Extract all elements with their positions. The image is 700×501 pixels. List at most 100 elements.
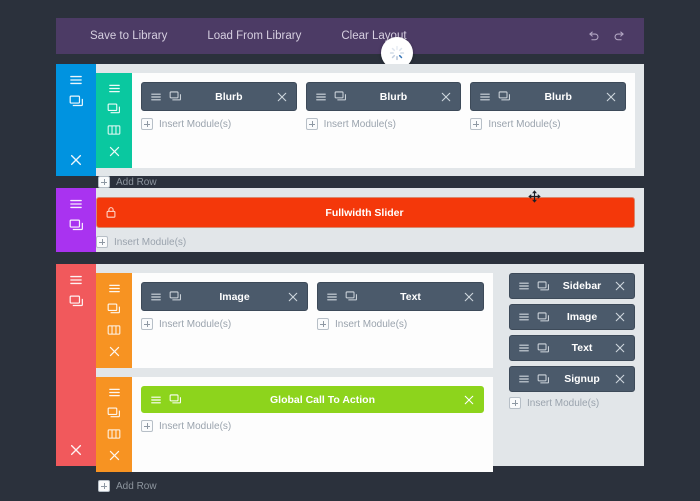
- row-orange-2[interactable]: Global Call To Action Insert Module(s): [96, 377, 493, 472]
- duplicate-icon[interactable]: [69, 295, 84, 308]
- row-orange-1-controls: [96, 273, 132, 368]
- settings-icon[interactable]: [518, 343, 530, 353]
- columns-icon[interactable]: [107, 324, 121, 336]
- settings-icon[interactable]: [518, 374, 530, 384]
- section-blue[interactable]: Blurb Insert Module(s): [56, 64, 644, 176]
- settings-icon[interactable]: [150, 395, 162, 405]
- insert-modules-button[interactable]: Insert Module(s): [317, 318, 484, 330]
- row-teal-controls: [96, 73, 132, 168]
- duplicate-icon[interactable]: [107, 407, 121, 419]
- column-1: Image Insert Module(s): [141, 282, 308, 359]
- plus-icon: [306, 118, 318, 130]
- module-image[interactable]: Image: [509, 304, 635, 330]
- delete-icon[interactable]: [614, 311, 626, 323]
- section-purple[interactable]: Fullwidth Slider Insert Module(s): [56, 188, 644, 252]
- sidebar-column: Sidebar: [502, 264, 644, 500]
- settings-icon[interactable]: [108, 83, 121, 94]
- settings-icon[interactable]: [518, 312, 530, 322]
- settings-icon[interactable]: [150, 292, 162, 302]
- redo-icon[interactable]: [606, 30, 632, 43]
- insert-modules-button[interactable]: Insert Module(s): [141, 420, 484, 432]
- columns-icon[interactable]: [107, 428, 121, 440]
- module-blurb[interactable]: Blurb: [306, 82, 462, 111]
- insert-modules-button[interactable]: Insert Module(s): [306, 118, 462, 130]
- delete-icon[interactable]: [69, 443, 83, 457]
- delete-icon[interactable]: [463, 394, 475, 406]
- delete-icon[interactable]: [108, 345, 121, 358]
- column-2: Blurb Insert Module(s): [306, 82, 462, 159]
- duplicate-icon[interactable]: [169, 394, 182, 405]
- duplicate-icon[interactable]: [345, 291, 358, 302]
- insert-modules-label: Insert Module(s): [527, 398, 599, 409]
- delete-icon[interactable]: [276, 91, 288, 103]
- plus-icon: [141, 318, 153, 330]
- module-global-call-to-action[interactable]: Global Call To Action: [141, 386, 484, 413]
- module-image[interactable]: Image: [141, 282, 308, 311]
- settings-icon[interactable]: [150, 92, 162, 102]
- move-cursor: [528, 190, 541, 203]
- module-blurb[interactable]: Blurb: [470, 82, 626, 111]
- module-fullwidth-slider[interactable]: Fullwidth Slider: [96, 197, 635, 228]
- settings-icon[interactable]: [518, 281, 530, 291]
- insert-modules-button[interactable]: Insert Module(s): [141, 318, 308, 330]
- settings-icon[interactable]: [69, 274, 83, 286]
- plus-icon: [470, 118, 482, 130]
- undo-icon[interactable]: [580, 30, 606, 43]
- insert-modules-button[interactable]: Insert Module(s): [470, 118, 626, 130]
- plus-icon: [98, 480, 110, 492]
- settings-icon[interactable]: [326, 292, 338, 302]
- duplicate-icon[interactable]: [537, 374, 550, 385]
- delete-icon[interactable]: [440, 91, 452, 103]
- row-teal[interactable]: Blurb Insert Module(s): [96, 73, 635, 168]
- delete-icon[interactable]: [69, 153, 83, 167]
- duplicate-icon[interactable]: [334, 91, 347, 102]
- section-red[interactable]: Image Insert Module(s): [56, 264, 644, 466]
- plus-icon: [141, 420, 153, 432]
- module-blurb[interactable]: Blurb: [141, 82, 297, 111]
- column-3: Blurb Insert Module(s): [470, 82, 626, 159]
- settings-icon[interactable]: [479, 92, 491, 102]
- save-to-library-button[interactable]: Save to Library: [70, 18, 187, 54]
- insert-modules-label: Insert Module(s): [159, 319, 231, 330]
- settings-icon[interactable]: [108, 387, 121, 398]
- delete-icon[interactable]: [108, 145, 121, 158]
- insert-modules-button[interactable]: Insert Module(s): [141, 118, 297, 130]
- delete-icon[interactable]: [614, 373, 626, 385]
- settings-icon[interactable]: [69, 198, 83, 210]
- duplicate-icon[interactable]: [537, 281, 550, 292]
- insert-modules-label: Insert Module(s): [488, 119, 560, 130]
- module-signup[interactable]: Signup: [509, 366, 635, 392]
- column-1: Blurb Insert Module(s): [141, 82, 297, 159]
- duplicate-icon[interactable]: [537, 343, 550, 354]
- add-row-label: Add Row: [116, 481, 157, 492]
- delete-icon[interactable]: [108, 449, 121, 462]
- duplicate-icon[interactable]: [107, 303, 121, 315]
- insert-modules-button[interactable]: Insert Module(s): [509, 397, 635, 409]
- load-from-library-button[interactable]: Load From Library: [187, 18, 321, 54]
- delete-icon[interactable]: [463, 291, 475, 303]
- insert-modules-label: Insert Module(s): [159, 119, 231, 130]
- duplicate-icon[interactable]: [498, 91, 511, 102]
- duplicate-icon[interactable]: [69, 219, 84, 232]
- delete-icon[interactable]: [614, 342, 626, 354]
- add-row-button[interactable]: Add Row: [96, 472, 502, 500]
- delete-icon[interactable]: [287, 291, 299, 303]
- duplicate-icon[interactable]: [169, 291, 182, 302]
- duplicate-icon[interactable]: [537, 312, 550, 323]
- settings-icon[interactable]: [108, 283, 121, 294]
- duplicate-icon[interactable]: [107, 103, 121, 115]
- module-text[interactable]: Text: [317, 282, 484, 311]
- module-sidebar[interactable]: Sidebar: [509, 273, 635, 299]
- duplicate-icon[interactable]: [69, 95, 84, 108]
- module-text[interactable]: Text: [509, 335, 635, 361]
- settings-icon[interactable]: [315, 92, 327, 102]
- duplicate-icon[interactable]: [169, 91, 182, 102]
- insert-modules-button[interactable]: Insert Module(s): [96, 236, 635, 248]
- delete-icon[interactable]: [614, 280, 626, 292]
- delete-icon[interactable]: [605, 91, 617, 103]
- settings-icon[interactable]: [69, 74, 83, 86]
- columns-icon[interactable]: [107, 124, 121, 136]
- row-orange-1[interactable]: Image Insert Module(s): [96, 273, 493, 368]
- lock-icon: [105, 206, 117, 219]
- section-blue-body: Blurb Insert Module(s): [96, 64, 644, 176]
